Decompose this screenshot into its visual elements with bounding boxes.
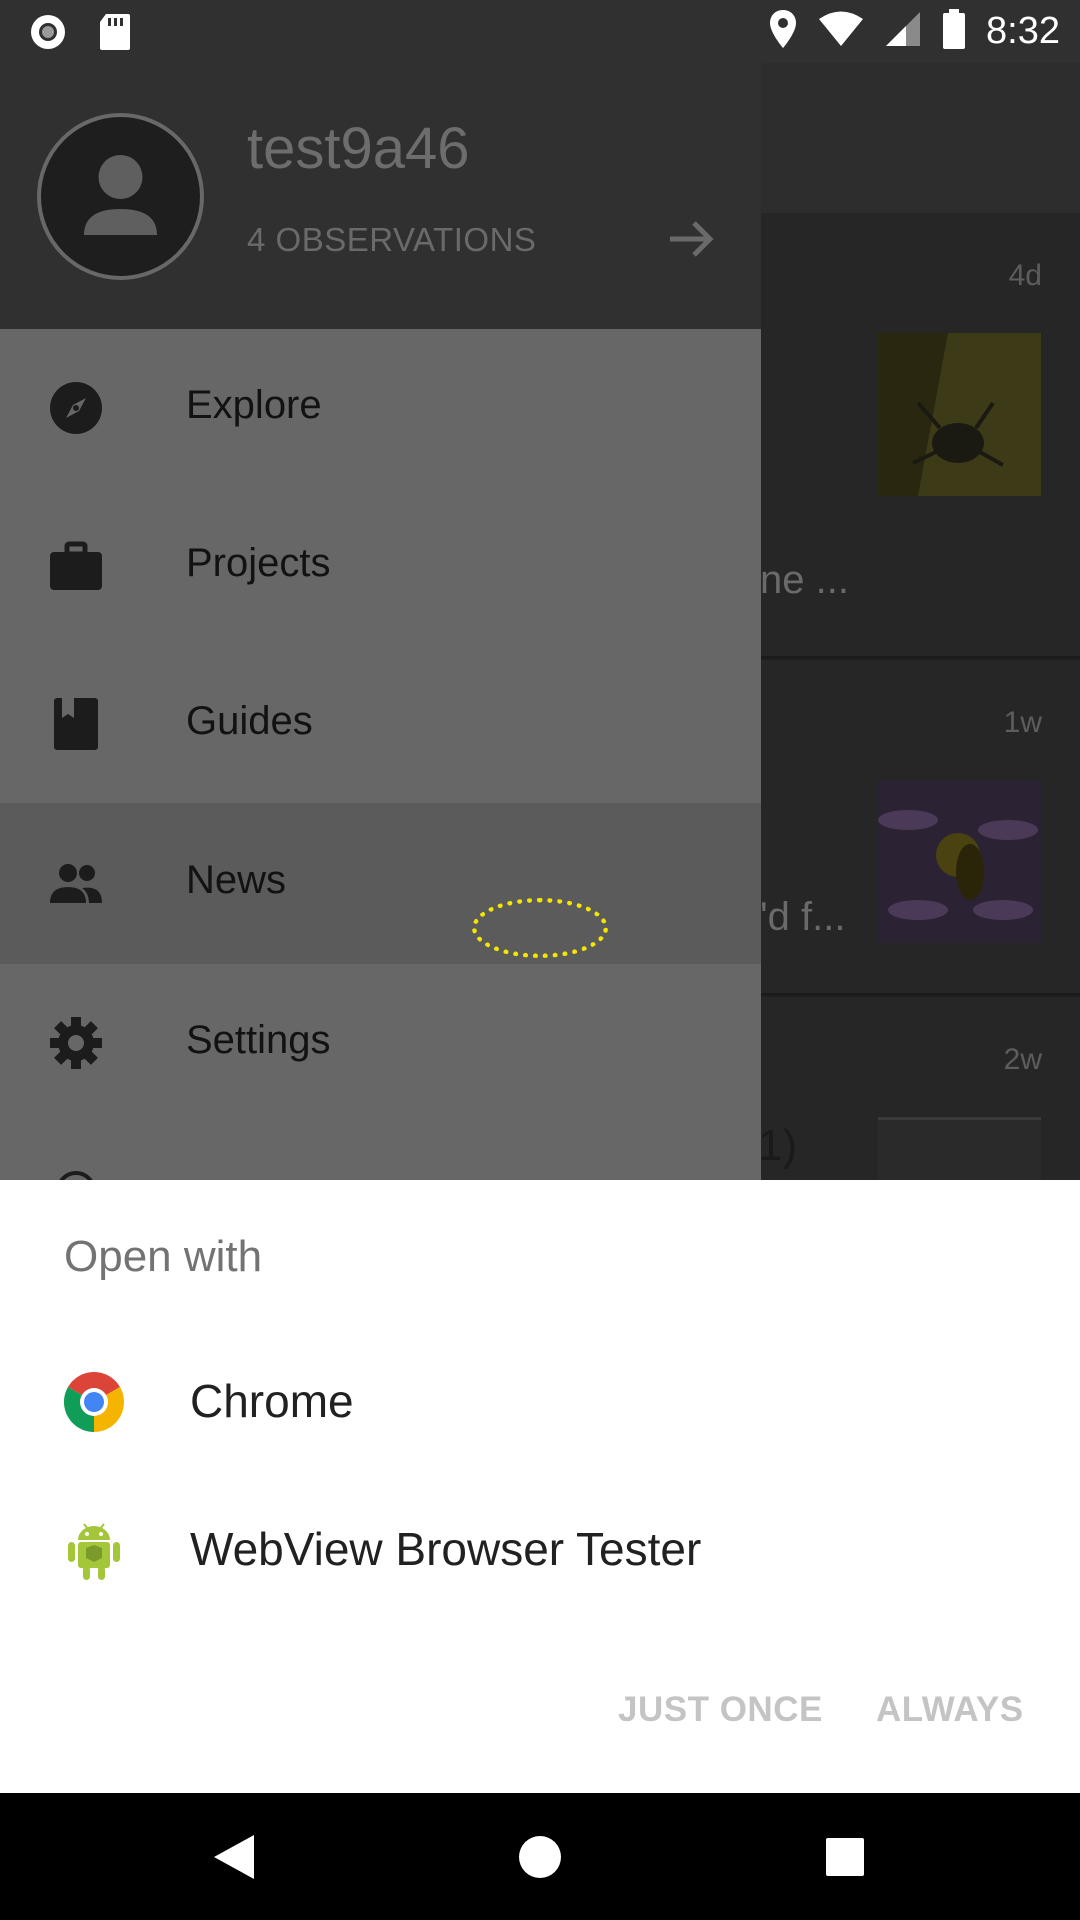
help-icon [56,1171,96,1180]
sd-card-icon [98,12,132,57]
drawer-item-projects[interactable]: Projects [0,487,761,645]
sheet-title: Open with [64,1232,263,1281]
observation-snippet: 1) [758,1121,798,1170]
drawer-item-label: Settings [186,1018,331,1062]
observation-thumbnail [878,333,1041,496]
drawer-header[interactable]: test9a46 4 OBSERVATIONS [0,63,761,329]
navigation-bar [0,1793,1080,1920]
drawer-item-label: News [186,858,287,902]
signal-icon [884,10,922,53]
drawer-item-explore[interactable]: Explore [0,329,761,487]
arrow-right-icon[interactable] [666,213,718,270]
compass-icon [48,380,104,436]
app-option-webview-browser-tester[interactable]: WebView Browser Tester [0,1476,1080,1624]
people-icon [48,855,104,911]
person-icon [84,155,157,235]
just-once-button[interactable]: JUST ONCE [618,1690,823,1730]
drawer-item-guides[interactable]: Guides [0,645,761,803]
record-icon [28,12,68,57]
drawer-item-news[interactable]: News [0,804,761,962]
android-icon [62,1518,126,1582]
back-icon[interactable] [212,1833,256,1886]
always-button[interactable]: ALWAYS [876,1690,1024,1730]
chrome-icon [62,1370,126,1434]
recents-icon[interactable] [823,1833,867,1886]
app-option-chrome[interactable]: Chrome [0,1328,1080,1476]
tap-indicator [472,898,608,958]
observation-thumbnail [878,780,1041,943]
status-bar: 8:32 [0,0,1080,63]
drawer-item-label: Guides [186,699,313,743]
navigation-drawer: test9a46 4 OBSERVATIONS Explore Projects… [0,63,761,1180]
drawer-item-label: Projects [186,541,331,585]
book-icon [48,696,104,752]
briefcase-icon [48,538,104,594]
home-icon[interactable] [518,1833,562,1886]
clock: 8:32 [986,10,1060,52]
battery-icon [942,8,966,55]
app-option-label: WebView Browser Tester [190,1523,702,1575]
drawer-item-settings[interactable]: Settings [0,964,761,1122]
gear-icon [48,1015,104,1071]
observation-snippet: 'd f... [760,895,846,939]
location-icon [768,8,798,55]
username: test9a46 [247,116,470,181]
avatar[interactable] [37,113,204,280]
observation-time: 2w [1003,1043,1042,1076]
open-with-sheet: Open with Chrome WebView Browser Tester … [0,1180,1080,1793]
drawer-item-label: Explore [186,383,322,427]
observation-thumbnail [878,1117,1041,1180]
observation-time: 4d [1008,259,1042,292]
wifi-icon [818,10,864,53]
observation-count[interactable]: 4 OBSERVATIONS [247,221,536,259]
observation-snippet: ne ... [760,558,849,602]
observation-time: 1w [1003,706,1042,739]
app-option-label: Chrome [190,1375,354,1427]
